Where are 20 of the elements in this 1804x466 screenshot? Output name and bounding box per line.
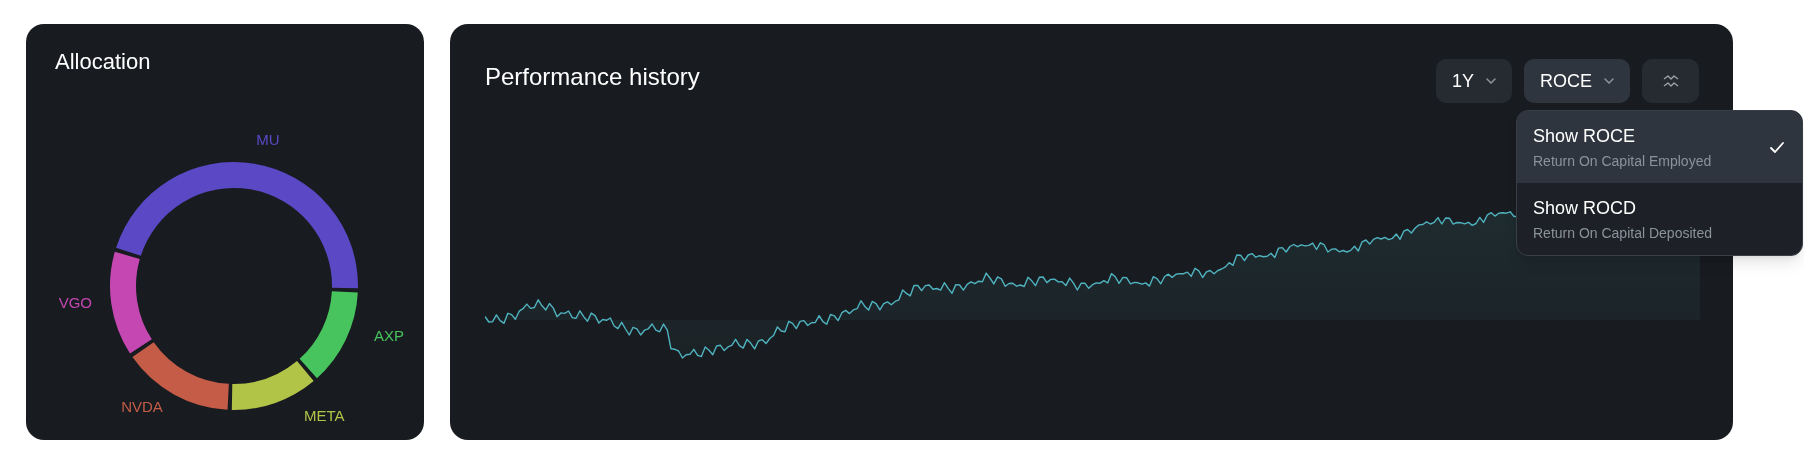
card-title: Allocation bbox=[55, 48, 152, 76]
card-title: Performance history bbox=[485, 62, 700, 92]
chevron-down-icon bbox=[1604, 78, 1614, 84]
check-icon bbox=[1770, 141, 1784, 153]
dropdown-button[interactable]: ROCE bbox=[1524, 59, 1630, 103]
menu-item-subtitle: Return On Capital Deposited bbox=[1533, 223, 1712, 243]
segment-label: VGO bbox=[58, 294, 92, 311]
segment-label: META bbox=[304, 407, 345, 424]
wave-icon bbox=[1662, 75, 1679, 87]
menu-item-title: Show ROCD bbox=[1533, 196, 1638, 220]
segment-label: AXP bbox=[374, 327, 404, 344]
menu-item[interactable]: Show ROCE Return On Capital Employed bbox=[1517, 111, 1802, 183]
menu-item-subtitle: Return On Capital Employed bbox=[1533, 151, 1712, 171]
menu-item[interactable]: Show ROCD Return On Capital Deposited bbox=[1517, 183, 1802, 255]
chevron-down-icon bbox=[1486, 78, 1496, 84]
chart-style-button[interactable] bbox=[1642, 59, 1699, 103]
menu-item-title: Show ROCE bbox=[1533, 124, 1637, 148]
segment-label: NVDA bbox=[121, 398, 163, 415]
segment-label: MU bbox=[256, 131, 280, 148]
dropdown-button[interactable]: 1Y bbox=[1435, 59, 1512, 103]
